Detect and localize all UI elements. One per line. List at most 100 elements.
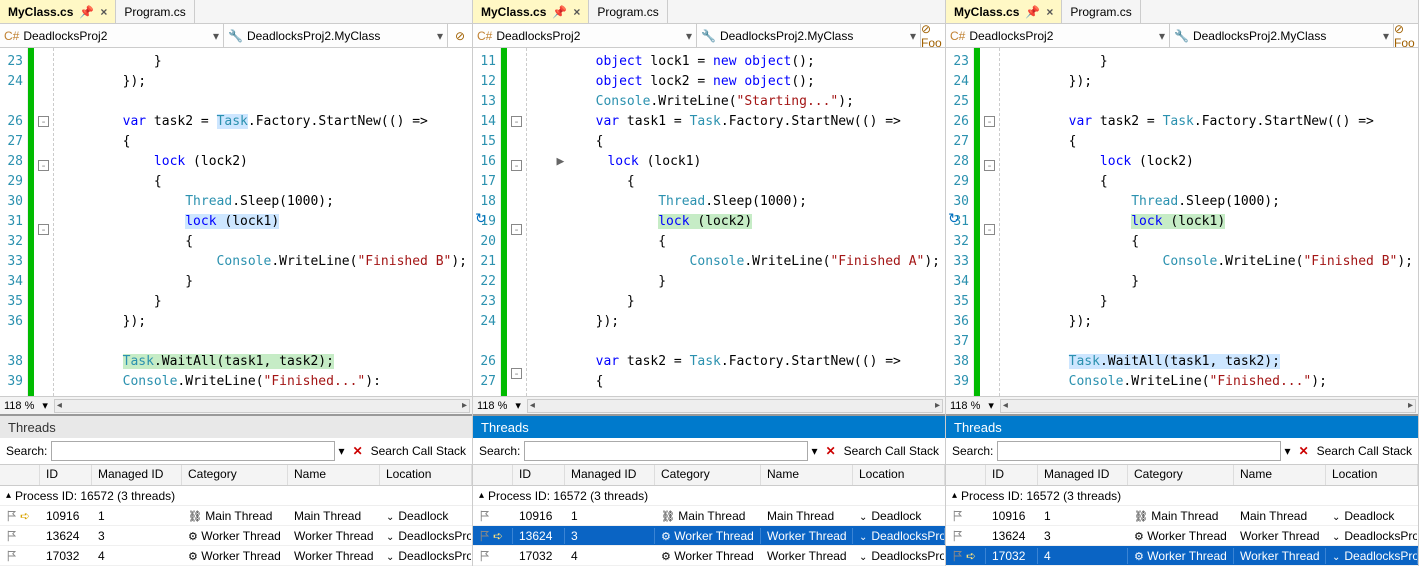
col-loc[interactable]: Location: [853, 465, 945, 485]
outline-margin[interactable]: ---: [34, 48, 54, 396]
dropdown-icon[interactable]: ▾: [812, 444, 818, 458]
code-area[interactable]: } }); var task2 = Task.Factory.StartNew(…: [54, 48, 472, 396]
code-editor[interactable]: ↻ 2324252627282930313233343536373839 ---…: [946, 48, 1418, 396]
threads-title[interactable]: Threads: [0, 416, 472, 438]
expand-icon[interactable]: ▴: [952, 490, 957, 501]
panel-1: MyClass.cs📌× Program.cs C#DeadlocksProj2…: [473, 0, 946, 566]
col-id[interactable]: ID: [513, 465, 565, 485]
class-dropdown[interactable]: 🔧DeadlocksProj2.MyClass▾: [1170, 24, 1394, 47]
member-dropdown[interactable]: ⊘: [448, 24, 472, 47]
thread-row[interactable]: 170324 ⚙ Worker Thread Worker Thread ⌄De…: [473, 546, 945, 566]
search-input[interactable]: [524, 441, 807, 461]
col-mid[interactable]: Managed ID: [1038, 465, 1128, 485]
search-callstack-label[interactable]: Search Call Stack: [1317, 444, 1412, 458]
chevron-down-icon: ▾: [910, 29, 916, 43]
tab-inactive[interactable]: Program.cs: [589, 0, 667, 23]
thread-row[interactable]: ➪ 170324 ⚙ Worker Thread Worker Thread ⌄…: [946, 546, 1418, 566]
search-input[interactable]: [51, 441, 334, 461]
threads-search: Search: ▾ ✕ Search Call Stack: [946, 438, 1418, 464]
tab-inactive[interactable]: Program.cs: [1062, 0, 1140, 23]
outline-margin[interactable]: ---: [980, 48, 1000, 396]
line-numbers: 232426272829303132333435363839: [0, 48, 28, 396]
project-dropdown[interactable]: C#DeadlocksProj2▾: [946, 24, 1170, 47]
outline-margin[interactable]: ----: [507, 48, 527, 396]
col-name[interactable]: Name: [1234, 465, 1326, 485]
col-cat[interactable]: Category: [655, 465, 761, 485]
h-scrollbar[interactable]: [1000, 399, 1416, 413]
chevron-down-icon[interactable]: ▾: [511, 399, 525, 412]
col-mid[interactable]: Managed ID: [565, 465, 655, 485]
code-editor[interactable]: ↻ 11121314151617181920212223242627 ---- …: [473, 48, 945, 396]
chevron-down-icon: ▾: [1383, 29, 1389, 43]
chevron-down-icon[interactable]: ▾: [38, 399, 52, 412]
member-dropdown[interactable]: ⊘ Foo: [1394, 24, 1418, 47]
member-dropdown[interactable]: ⊘ Foo: [921, 24, 945, 47]
thread-row[interactable]: ➪ 136243 ⚙ Worker Thread Worker Thread ⌄…: [473, 526, 945, 546]
pin-icon[interactable]: 📌: [552, 5, 567, 19]
threads-columns: ID Managed ID Category Name Location: [946, 464, 1418, 486]
code-area[interactable]: } }); var task2 = Task.Factory.StartNew(…: [1000, 48, 1418, 396]
thread-row[interactable]: 136243 ⚙ Worker Thread Worker Thread ⌄De…: [946, 526, 1418, 546]
thread-row[interactable]: 109161 ⛓ Main Thread Main Thread ⌄Deadlo…: [946, 506, 1418, 526]
col-flag[interactable]: [473, 465, 513, 485]
search-input[interactable]: [997, 441, 1280, 461]
thread-row[interactable]: ➪ 109161 ⛓ Main Thread Main Thread ⌄Dead…: [0, 506, 472, 526]
clear-search-icon[interactable]: ✕: [822, 444, 840, 458]
thread-row[interactable]: 136243 ⚙ Worker Thread Worker Thread ⌄De…: [0, 526, 472, 546]
h-scrollbar[interactable]: [527, 399, 943, 413]
dropdown-icon[interactable]: ▾: [339, 444, 345, 458]
code-editor[interactable]: 232426272829303132333435363839 --- } });…: [0, 48, 472, 396]
col-loc[interactable]: Location: [380, 465, 472, 485]
process-row[interactable]: ▴Process ID: 16572 (3 threads): [473, 486, 945, 506]
clear-search-icon[interactable]: ✕: [349, 444, 367, 458]
tab-active[interactable]: MyClass.cs📌×: [473, 0, 589, 23]
col-flag[interactable]: [946, 465, 986, 485]
zoom-bar: 118 %▾: [473, 396, 945, 414]
expand-icon[interactable]: ▴: [479, 490, 484, 501]
chevron-down-icon[interactable]: ▾: [984, 399, 998, 412]
threads-title[interactable]: Threads: [473, 416, 945, 438]
search-callstack-label[interactable]: Search Call Stack: [844, 444, 939, 458]
thread-row[interactable]: 170324 ⚙ Worker Thread Worker Thread ⌄De…: [0, 546, 472, 566]
panel-2: MyClass.cs📌× Program.cs C#DeadlocksProj2…: [946, 0, 1419, 566]
col-id[interactable]: ID: [40, 465, 92, 485]
refresh-icon: ↻: [475, 210, 487, 227]
col-mid[interactable]: Managed ID: [92, 465, 182, 485]
close-icon[interactable]: ×: [1046, 5, 1053, 19]
project-dropdown[interactable]: C#DeadlocksProj2▾: [473, 24, 697, 47]
code-area[interactable]: object lock1 = new object(); object lock…: [527, 48, 945, 396]
expand-icon[interactable]: ▴: [6, 490, 11, 501]
clear-search-icon[interactable]: ✕: [1295, 444, 1313, 458]
project-dropdown[interactable]: C#DeadlocksProj2▾: [0, 24, 224, 47]
col-name[interactable]: Name: [288, 465, 380, 485]
process-row[interactable]: ▴Process ID: 16572 (3 threads): [946, 486, 1418, 506]
threads-title[interactable]: Threads: [946, 416, 1418, 438]
tab-inactive[interactable]: Program.cs: [116, 0, 194, 23]
h-scrollbar[interactable]: [54, 399, 470, 413]
thread-row[interactable]: 109161 ⛓ Main Thread Main Thread ⌄Deadlo…: [473, 506, 945, 526]
col-flag[interactable]: [0, 465, 40, 485]
col-cat[interactable]: Category: [1128, 465, 1234, 485]
zoom-level[interactable]: 118 %: [946, 400, 984, 412]
class-dropdown[interactable]: 🔧DeadlocksProj2.MyClass▾: [697, 24, 921, 47]
col-cat[interactable]: Category: [182, 465, 288, 485]
threads-search: Search: ▾ ✕ Search Call Stack: [473, 438, 945, 464]
process-row[interactable]: ▴Process ID: 16572 (3 threads): [0, 486, 472, 506]
dropdown-icon[interactable]: ▾: [1285, 444, 1291, 458]
pin-icon[interactable]: 📌: [79, 5, 94, 19]
tab-active[interactable]: MyClass.cs📌×: [0, 0, 116, 23]
zoom-level[interactable]: 118 %: [473, 400, 511, 412]
close-icon[interactable]: ×: [100, 5, 107, 19]
class-dropdown[interactable]: 🔧DeadlocksProj2.MyClass▾: [224, 24, 448, 47]
col-id[interactable]: ID: [986, 465, 1038, 485]
close-icon[interactable]: ×: [573, 5, 580, 19]
pin-icon[interactable]: 📌: [1025, 5, 1040, 19]
search-callstack-label[interactable]: Search Call Stack: [371, 444, 466, 458]
search-label: Search:: [952, 444, 993, 458]
tab-active[interactable]: MyClass.cs📌×: [946, 0, 1062, 23]
zoom-level[interactable]: 118 %: [0, 400, 38, 412]
col-loc[interactable]: Location: [1326, 465, 1418, 485]
threads-window: Threads Search: ▾ ✕ Search Call Stack ID…: [946, 414, 1418, 566]
chevron-down-icon: ▾: [1159, 29, 1165, 43]
col-name[interactable]: Name: [761, 465, 853, 485]
